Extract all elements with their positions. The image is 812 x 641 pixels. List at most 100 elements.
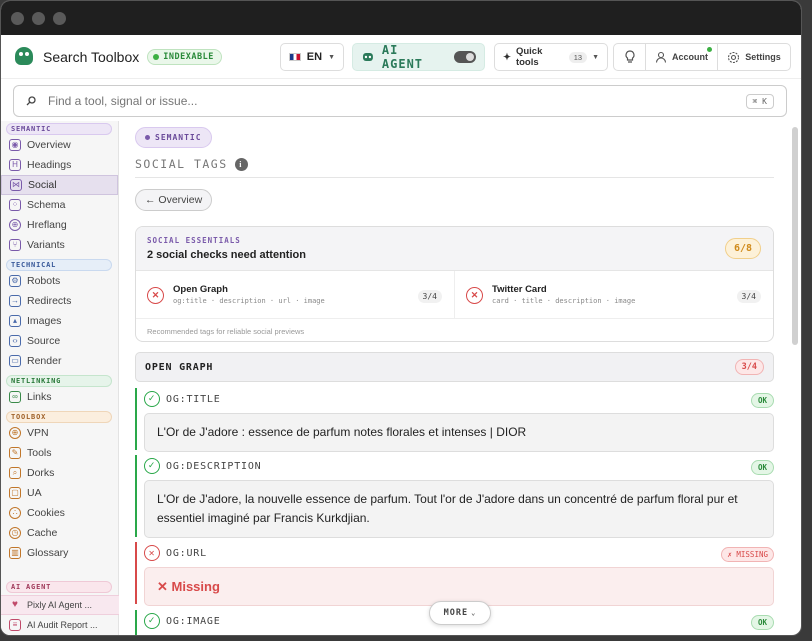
maximize-window-button[interactable] xyxy=(53,11,66,25)
sidebar-item-pixly-ai-agent[interactable]: ♥ Pixly AI Agent ... xyxy=(1,595,119,615)
sidebar-item-schema[interactable]: ⁘ Schema xyxy=(1,195,118,215)
close-window-button[interactable] xyxy=(11,11,24,25)
ai-agent-switch[interactable] xyxy=(454,51,476,63)
sidebar-item-variants[interactable]: ⑂ Variants xyxy=(1,235,118,255)
sidebar-item-label: Social xyxy=(28,179,57,191)
open-graph-summary[interactable]: ✕ Open Graph og:title · description · ur… xyxy=(136,271,455,318)
tips-button[interactable] xyxy=(614,44,646,70)
sidebar-section-netlinking: NETLINKING xyxy=(6,375,112,387)
card-title: 2 social checks need attention xyxy=(147,249,306,261)
account-label: Account xyxy=(672,52,708,62)
section-title: OPEN GRAPH xyxy=(145,361,214,373)
account-button[interactable]: Account xyxy=(646,44,718,70)
sidebar-item-dorks[interactable]: ⌕ Dorks xyxy=(1,463,118,483)
error-icon: ✕ xyxy=(466,287,483,304)
sidebar-item-render[interactable]: ▭ Render xyxy=(1,351,118,371)
summary-tags: card · title · description · image xyxy=(492,297,636,305)
sidebar-item-ua[interactable]: ▢ UA xyxy=(1,483,118,503)
report-icon: ≡ xyxy=(9,619,21,631)
sidebar-item-label: Glossary xyxy=(27,547,69,559)
sidebar-item-label: UA xyxy=(27,487,42,499)
user-icon xyxy=(655,51,667,63)
sidebar-ai-section: AI AGENT ♥ Pixly AI Agent ... ≡ AI Audit R… xyxy=(1,579,119,635)
sidebar-item-tools[interactable]: ✎ Tools xyxy=(1,443,118,463)
sidebar-item-redirects[interactable]: → Redirects xyxy=(1,291,118,311)
eye-icon: ◉ xyxy=(9,139,21,151)
indexable-badge: INDEXABLE xyxy=(147,48,222,65)
search-bar[interactable]: ⌘ K xyxy=(13,85,787,117)
sidebar-item-label: Dorks xyxy=(27,467,55,479)
search-icon xyxy=(26,96,36,106)
sidebar-item-label: Links xyxy=(27,391,52,403)
more-button[interactable]: MORE ⌄ xyxy=(429,601,491,625)
back-to-overview-button[interactable]: ← Overview xyxy=(135,189,213,211)
status-bar xyxy=(135,542,137,604)
sidebar-item-label: Cache xyxy=(27,527,58,539)
robot-icon xyxy=(362,53,373,61)
card-footer: Recommended tags for reliable social pre… xyxy=(147,327,305,336)
quick-tools-button[interactable]: ✦ Quick tools 13 ▼ xyxy=(494,43,608,71)
sidebar-item-social[interactable]: ⋈ Social xyxy=(1,175,118,195)
sidebar-item-label: Variants xyxy=(27,239,65,251)
field-name: OG:IMAGE xyxy=(166,615,221,627)
cookie-icon: ∴ xyxy=(9,507,21,519)
sidebar-item-overview[interactable]: ◉ Overview xyxy=(1,135,118,155)
robot-icon: ⚙ xyxy=(9,275,21,287)
status-dot-icon xyxy=(153,53,160,60)
divider xyxy=(135,177,774,178)
sidebar-item-cache[interactable]: ◷ Cache xyxy=(1,523,118,543)
search-input[interactable] xyxy=(48,94,734,108)
status-bar xyxy=(135,388,137,450)
field-header: ✕ OG:URL xyxy=(144,545,207,561)
chevron-down-icon: ▼ xyxy=(592,53,599,61)
card-header: SOCIAL ESSENTIALS 2 social checks need a… xyxy=(136,227,773,271)
sidebar-item-label: VPN xyxy=(27,427,49,439)
error-icon: ✕ xyxy=(147,287,164,304)
sidebar-item-source[interactable]: ‹› Source xyxy=(1,331,118,351)
scrollbar-thumb[interactable] xyxy=(792,127,798,345)
sidebar-item-label: Render xyxy=(27,355,62,367)
sidebar-item-glossary[interactable]: ▥ Glossary xyxy=(1,543,118,563)
ai-agent-toggle-button[interactable]: AI AGENT xyxy=(352,43,485,71)
titlebar xyxy=(1,1,801,35)
sidebar-item-ai-audit-report[interactable]: ≡ AI Audit Report ... xyxy=(1,615,119,635)
monitor-icon: ▭ xyxy=(9,355,21,367)
settings-button[interactable]: Settings xyxy=(718,44,790,70)
field-header: ✓ OG:IMAGE xyxy=(144,613,221,629)
sidebar-item-cookies[interactable]: ∴ Cookies xyxy=(1,503,118,523)
sidebar-item-hreflang[interactable]: ⊕ Hreflang xyxy=(1,215,118,235)
sidebar-section-technical: TECHNICAL xyxy=(6,259,112,271)
page-title: SOCIAL TAGS i xyxy=(135,157,248,171)
field-header: ✓ OG:DESCRIPTION xyxy=(144,458,262,474)
field-og-description: ✓ OG:DESCRIPTION OK L'Or de J'adore, la n… xyxy=(135,455,774,538)
sidebar-item-label: Overview xyxy=(27,139,71,151)
sidebar-item-vpn[interactable]: ⊕ VPN xyxy=(1,423,118,443)
sidebar-item-robots[interactable]: ⚙ Robots xyxy=(1,271,118,291)
sidebar-item-headings[interactable]: H Headings xyxy=(1,155,118,175)
quick-tools-count: 13 xyxy=(568,51,588,63)
open-graph-section-header[interactable]: OPEN GRAPH 3/4 xyxy=(135,352,774,382)
sparkle-icon: ✦ xyxy=(503,51,511,63)
sidebar-section-semantic: SEMANTIC xyxy=(6,123,112,135)
sidebar-item-images[interactable]: ▴ Images xyxy=(1,311,118,331)
sidebar-item-links[interactable]: ∞ Links xyxy=(1,387,118,407)
more-label: MORE xyxy=(443,608,469,618)
info-icon[interactable]: i xyxy=(234,157,248,171)
brand-title: Search Toolbox xyxy=(43,48,140,65)
field-name: OG:TITLE xyxy=(166,393,221,405)
status-badge: ✗ MISSING xyxy=(721,547,774,562)
status-bar xyxy=(135,610,137,635)
clock-icon: ◷ xyxy=(9,527,21,539)
score-badge: 6/8 xyxy=(724,238,761,259)
dot-icon xyxy=(145,135,150,140)
summary-count: 3/4 xyxy=(417,290,442,303)
section-pill: SEMANTIC xyxy=(135,127,212,148)
sidebar-item-label: Schema xyxy=(27,199,66,211)
field-value: L'Or de J'adore : essence de parfum note… xyxy=(144,413,774,452)
minimize-window-button[interactable] xyxy=(32,11,45,25)
logo-icon xyxy=(13,45,35,69)
language-select[interactable]: EN ▼ xyxy=(280,43,344,71)
sidebar-item-label: Pixly AI Agent ... xyxy=(27,600,93,610)
chevron-down-icon: ▼ xyxy=(328,53,335,61)
twitter-card-summary[interactable]: ✕ Twitter Card card · title · descriptio… xyxy=(455,271,773,318)
